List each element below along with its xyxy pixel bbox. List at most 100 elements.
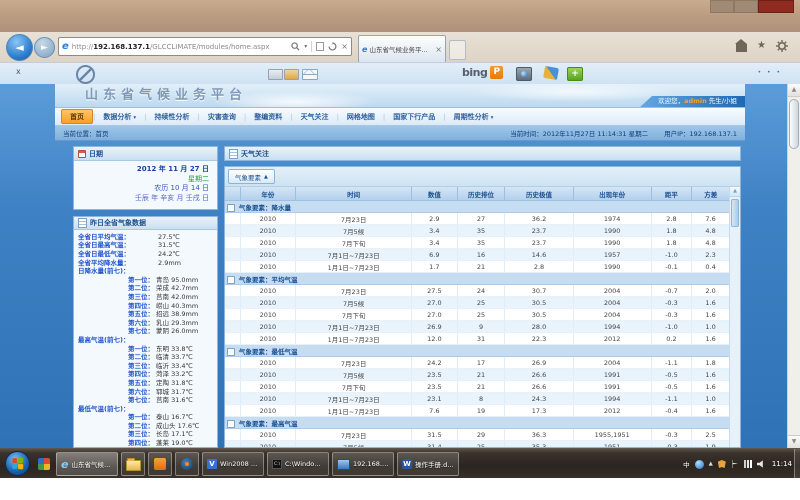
table-row[interactable]: 20107月23日31.52936.31955,1951-0.32.5 [225,429,730,441]
table-row[interactable]: 20107月5候27.02530.52004-0.31.6 [225,297,730,309]
table-row[interactable]: 20107月下旬3.43523.719901.84.8 [225,237,730,249]
volume-icon[interactable] [757,460,765,468]
table-row[interactable]: 20107月1日~7月23日26.9928.01994-1.01.0 [225,321,730,333]
stop-icon[interactable]: × [341,43,348,51]
taskbar-button-5[interactable]: VWin2008 (VS2... [202,452,264,476]
taskbar-button-1[interactable]: e山东省气候业... [56,452,118,476]
table-row[interactable]: 20107月5候3.43523.719901.84.8 [225,225,730,237]
table-row[interactable]: 20101月1日~7月23日7.61917.32012-0.41.6 [225,405,730,417]
group-checkbox[interactable] [227,276,235,284]
table-row[interactable]: 20101月1日~7月23日12.03122.320120.21.6 [225,333,730,345]
nav-item-8[interactable]: 国家下行产品 [385,110,443,123]
table-row[interactable]: 20107月1日~7月23日23.1824.31994-1.11.0 [225,393,730,405]
new-tab-button[interactable] [449,40,466,60]
table-row[interactable]: 20107月下旬27.02530.52004-0.31.6 [225,309,730,321]
minimize-button[interactable] [710,0,734,13]
column-header-3[interactable]: 数值 [412,187,457,201]
nav-item-9[interactable]: 周期性分析▾ [446,110,502,123]
taskbar-button-6[interactable]: C:\C:\Windows\s... [267,452,329,476]
table-row[interactable]: 20107月5候31.42535.31951-0.31.9 [225,441,730,448]
tray-expand-icon[interactable]: ▲ [709,461,713,467]
search-icon[interactable] [291,42,300,51]
nav-item-1[interactable]: 首页 [61,109,93,124]
column-header-8[interactable]: 方差 [692,187,730,201]
taskbar-button-7[interactable]: 192.168.59.99... [332,452,394,476]
taskbar-button-4[interactable] [175,452,199,476]
taskbar-button-2[interactable] [121,452,145,476]
search-dropdown-icon[interactable]: ▾ [304,43,307,51]
column-header-2[interactable]: 时间 [296,187,412,201]
bing-logo[interactable]: bing P [462,66,503,79]
scroll-up-icon[interactable]: ▲ [730,187,740,197]
table-row[interactable]: 20107月23日2.92736.219742.87.6 [225,213,730,225]
cell-历史极值: 30.5 [505,297,573,309]
nav-item-7[interactable]: 网格地图 [339,110,383,123]
stat-value: 长岛 17.1℃ [154,430,193,439]
column-header-1[interactable]: 年份 [240,187,295,201]
ime-sphere-icon[interactable] [695,460,704,469]
column-header-6[interactable]: 出现年份 [573,187,651,201]
browser-navigation-row: ◄ ► e http://192.168.137.1/GLCCLIMATE/mo… [0,32,800,62]
table-scrollbar[interactable]: ▲ [729,187,740,447]
nav-item-3[interactable]: 持续性分析 [146,110,197,123]
table-scrollbar-thumb[interactable] [731,199,739,227]
start-button[interactable] [5,451,30,476]
stat-value: 24.2℃ [156,250,180,259]
element-filter-button[interactable]: 气象要素 ▲ [228,169,275,184]
browser-scrollbar-thumb[interactable] [789,99,799,149]
pinned-app-icon[interactable] [38,458,50,470]
camera-icon[interactable] [516,67,532,81]
cell-距平: -1.1 [651,357,691,369]
table-row[interactable]: 20101月1日~7月23日1.7212.81990-0.10.4 [225,261,730,273]
compatibility-view-icon[interactable] [316,42,324,51]
close-button[interactable] [758,0,794,13]
tab-close-icon[interactable]: × [435,45,442,54]
taskbar-button-8[interactable]: W操作手册.docx ... [397,452,459,476]
scrollbar-down-icon[interactable]: ▼ [788,435,800,448]
favorites-star-icon[interactable]: ★ [757,41,766,51]
browser-scrollbar[interactable]: ▲ ▼ [787,84,800,448]
more-options-dots-icon[interactable]: • • • [758,69,782,76]
cell-年份: 2010 [240,321,295,333]
table-row[interactable]: 20107月1日~7月23日6.91614.61957-1.02.3 [225,249,730,261]
weather-stat-row: 第四位：崂山 40.3mm [76,302,215,311]
table-row[interactable]: 20107月23日27.52430.72004-0.72.0 [225,285,730,297]
tools-gear-icon[interactable] [776,40,788,52]
nav-item-2[interactable]: 数据分析▾ [95,110,144,123]
card-icon[interactable] [268,69,283,80]
taskbar-button-3[interactable] [148,452,172,476]
addon-close-icon[interactable]: x [16,67,21,76]
nav-item-6[interactable]: 天气关注 [293,110,337,123]
card-icon-2[interactable] [284,69,299,80]
clock[interactable]: 11:14 [772,460,792,468]
scrollbar-up-icon[interactable]: ▲ [788,84,800,97]
group-checkbox[interactable] [227,420,235,428]
column-header-4[interactable]: 历史排位 [457,187,505,201]
pinwheel-icon[interactable] [543,66,559,80]
column-header-5[interactable]: 历史极值 [505,187,573,201]
nav-item-5[interactable]: 整编资料 [246,110,290,123]
cell-年份: 2010 [240,297,295,309]
group-checkbox[interactable] [227,348,235,356]
language-indicator[interactable]: 中 [683,459,690,469]
group-checkbox[interactable] [227,204,235,212]
maximize-button[interactable] [734,0,758,13]
table-row[interactable]: 20107月5候23.52126.61991-0.51.6 [225,369,730,381]
network-icon[interactable] [744,460,752,468]
home-icon[interactable] [736,44,747,52]
table-row[interactable]: 20107月23日24.21726.92004-1.11.8 [225,357,730,369]
table-row[interactable]: 20107月下旬23.52126.61991-0.51.6 [225,381,730,393]
back-button[interactable]: ◄ [6,34,33,61]
security-shield-icon[interactable] [718,460,726,468]
mail-envelope-icon[interactable] [302,69,318,80]
refresh-icon[interactable] [328,42,337,51]
action-center-flag-icon[interactable] [731,460,739,468]
cell-年份: 2010 [240,333,295,345]
forward-button[interactable]: ► [34,37,55,58]
nav-item-4[interactable]: 灾害查询 [200,110,244,123]
green-add-icon[interactable]: + [567,67,583,81]
column-header-7[interactable]: 距平 [651,187,691,201]
address-bar[interactable]: e http://192.168.137.1/GLCCLIMATE/module… [58,37,352,56]
browser-tab[interactable]: e 山东省气候业务平... × [358,35,446,62]
show-desktop-button[interactable] [794,449,800,479]
